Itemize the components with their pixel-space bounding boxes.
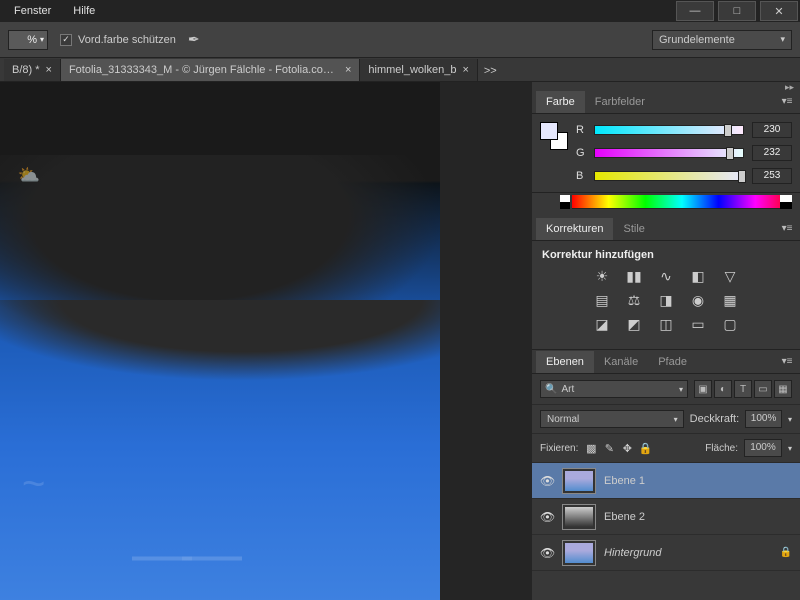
fill-label: Fläche:: [705, 443, 738, 454]
filter-type-icon[interactable]: T: [734, 380, 752, 398]
maximize-button[interactable]: □: [718, 1, 756, 21]
panel-collapse-icon[interactable]: ▸▸: [532, 82, 800, 90]
panel-menu-icon[interactable]: ▾≡: [778, 96, 796, 107]
document-tab[interactable]: himmel_wolken_b×: [360, 59, 477, 81]
exposure-icon[interactable]: ◧: [687, 267, 709, 285]
close-icon[interactable]: ×: [345, 64, 351, 76]
lock-label: Fixieren:: [540, 443, 578, 454]
workspace-select[interactable]: Grundelemente: [652, 30, 792, 50]
vibrance-icon[interactable]: ▽: [719, 267, 741, 285]
r-slider[interactable]: [594, 125, 744, 135]
layer-name[interactable]: Ebene 2: [604, 511, 645, 523]
document-tab[interactable]: Fotolia_31333343_M - © Jürgen Fälchle - …: [61, 59, 360, 81]
gradient-map-icon[interactable]: ▭: [687, 315, 709, 333]
b-value[interactable]: 253: [752, 168, 792, 184]
photo-filter-icon[interactable]: ◉: [687, 291, 709, 309]
color-spectrum[interactable]: [572, 195, 792, 209]
fill-input[interactable]: 100%: [744, 439, 782, 457]
curves-icon[interactable]: ∿: [655, 267, 677, 285]
layer-filter-select[interactable]: 🔍 Art▾: [540, 380, 688, 398]
tab-overflow-button[interactable]: >>: [478, 61, 503, 81]
opacity-input[interactable]: 100%: [745, 410, 782, 428]
b-label: B: [576, 170, 586, 182]
r-label: R: [576, 124, 586, 136]
minimize-button[interactable]: —: [676, 1, 714, 21]
menu-item[interactable]: Fenster: [4, 2, 61, 20]
close-icon[interactable]: ×: [462, 64, 468, 76]
hue-icon[interactable]: ▤: [591, 291, 613, 309]
lock-transparent-icon[interactable]: ▩: [584, 441, 598, 455]
opacity-label: Deckkraft:: [690, 413, 740, 425]
tab-swatches[interactable]: Farbfelder: [585, 91, 655, 113]
invert-icon[interactable]: ◪: [591, 315, 613, 333]
tab-paths[interactable]: Pfade: [648, 351, 697, 373]
layer-row[interactable]: 👁 Ebene 1: [532, 463, 800, 499]
layer-name[interactable]: Hintergrund: [604, 547, 661, 559]
canvas-area[interactable]: ⛅ —— ~: [0, 82, 532, 600]
layer-name[interactable]: Ebene 1: [604, 475, 645, 487]
brush-icon[interactable]: ✒: [188, 31, 200, 48]
layer-thumbnail[interactable]: [562, 540, 596, 566]
visibility-icon[interactable]: 👁: [540, 546, 554, 560]
brush-percent-input[interactable]: %▾: [8, 30, 48, 50]
tab-adjustments[interactable]: Korrekturen: [536, 218, 613, 240]
panel-menu-icon[interactable]: ▾≡: [778, 223, 796, 234]
visibility-icon[interactable]: 👁: [540, 474, 554, 488]
menu-item[interactable]: Hilfe: [63, 2, 105, 20]
lock-icon: 🔒: [780, 547, 792, 558]
tab-layers[interactable]: Ebenen: [536, 351, 594, 373]
threshold-icon[interactable]: ◫: [655, 315, 677, 333]
layer-thumbnail[interactable]: [562, 504, 596, 530]
channel-mixer-icon[interactable]: ▦: [719, 291, 741, 309]
close-icon[interactable]: ×: [46, 64, 52, 76]
b-slider[interactable]: [594, 171, 744, 181]
brightness-icon[interactable]: ☀: [591, 267, 613, 285]
g-value[interactable]: 232: [752, 145, 792, 161]
filter-smart-icon[interactable]: ▦: [774, 380, 792, 398]
panel-menu-icon[interactable]: ▾≡: [778, 356, 796, 367]
filter-shape-icon[interactable]: ▭: [754, 380, 772, 398]
tab-color[interactable]: Farbe: [536, 91, 585, 113]
tab-styles[interactable]: Stile: [613, 218, 654, 240]
levels-icon[interactable]: ▮▮: [623, 267, 645, 285]
layer-thumbnail[interactable]: [562, 468, 596, 494]
lock-all-icon[interactable]: 🔒: [638, 441, 652, 455]
selective-color-icon[interactable]: ▢: [719, 315, 741, 333]
color-swatches[interactable]: [540, 122, 568, 150]
lock-move-icon[interactable]: ✥: [620, 441, 634, 455]
blend-mode-select[interactable]: Normal: [540, 410, 684, 428]
posterize-icon[interactable]: ◩: [623, 315, 645, 333]
lock-paint-icon[interactable]: ✎: [602, 441, 616, 455]
adjustments-title: Korrektur hinzufügen: [542, 249, 790, 261]
balance-icon[interactable]: ⚖: [623, 291, 645, 309]
filter-pixel-icon[interactable]: ▣: [694, 380, 712, 398]
protect-fg-checkbox[interactable]: ✓Vord.farbe schützen: [60, 34, 176, 46]
document-tab[interactable]: B/8) *×: [4, 59, 61, 81]
tab-channels[interactable]: Kanäle: [594, 351, 648, 373]
layer-row[interactable]: 👁 Hintergrund 🔒: [532, 535, 800, 571]
g-slider[interactable]: [594, 148, 744, 158]
layer-row[interactable]: 👁 Ebene 2: [532, 499, 800, 535]
r-value[interactable]: 230: [752, 122, 792, 138]
bw-icon[interactable]: ◨: [655, 291, 677, 309]
visibility-icon[interactable]: 👁: [540, 510, 554, 524]
g-label: G: [576, 147, 586, 159]
filter-adjust-icon[interactable]: ◐: [714, 380, 732, 398]
close-button[interactable]: ✕: [760, 1, 798, 21]
